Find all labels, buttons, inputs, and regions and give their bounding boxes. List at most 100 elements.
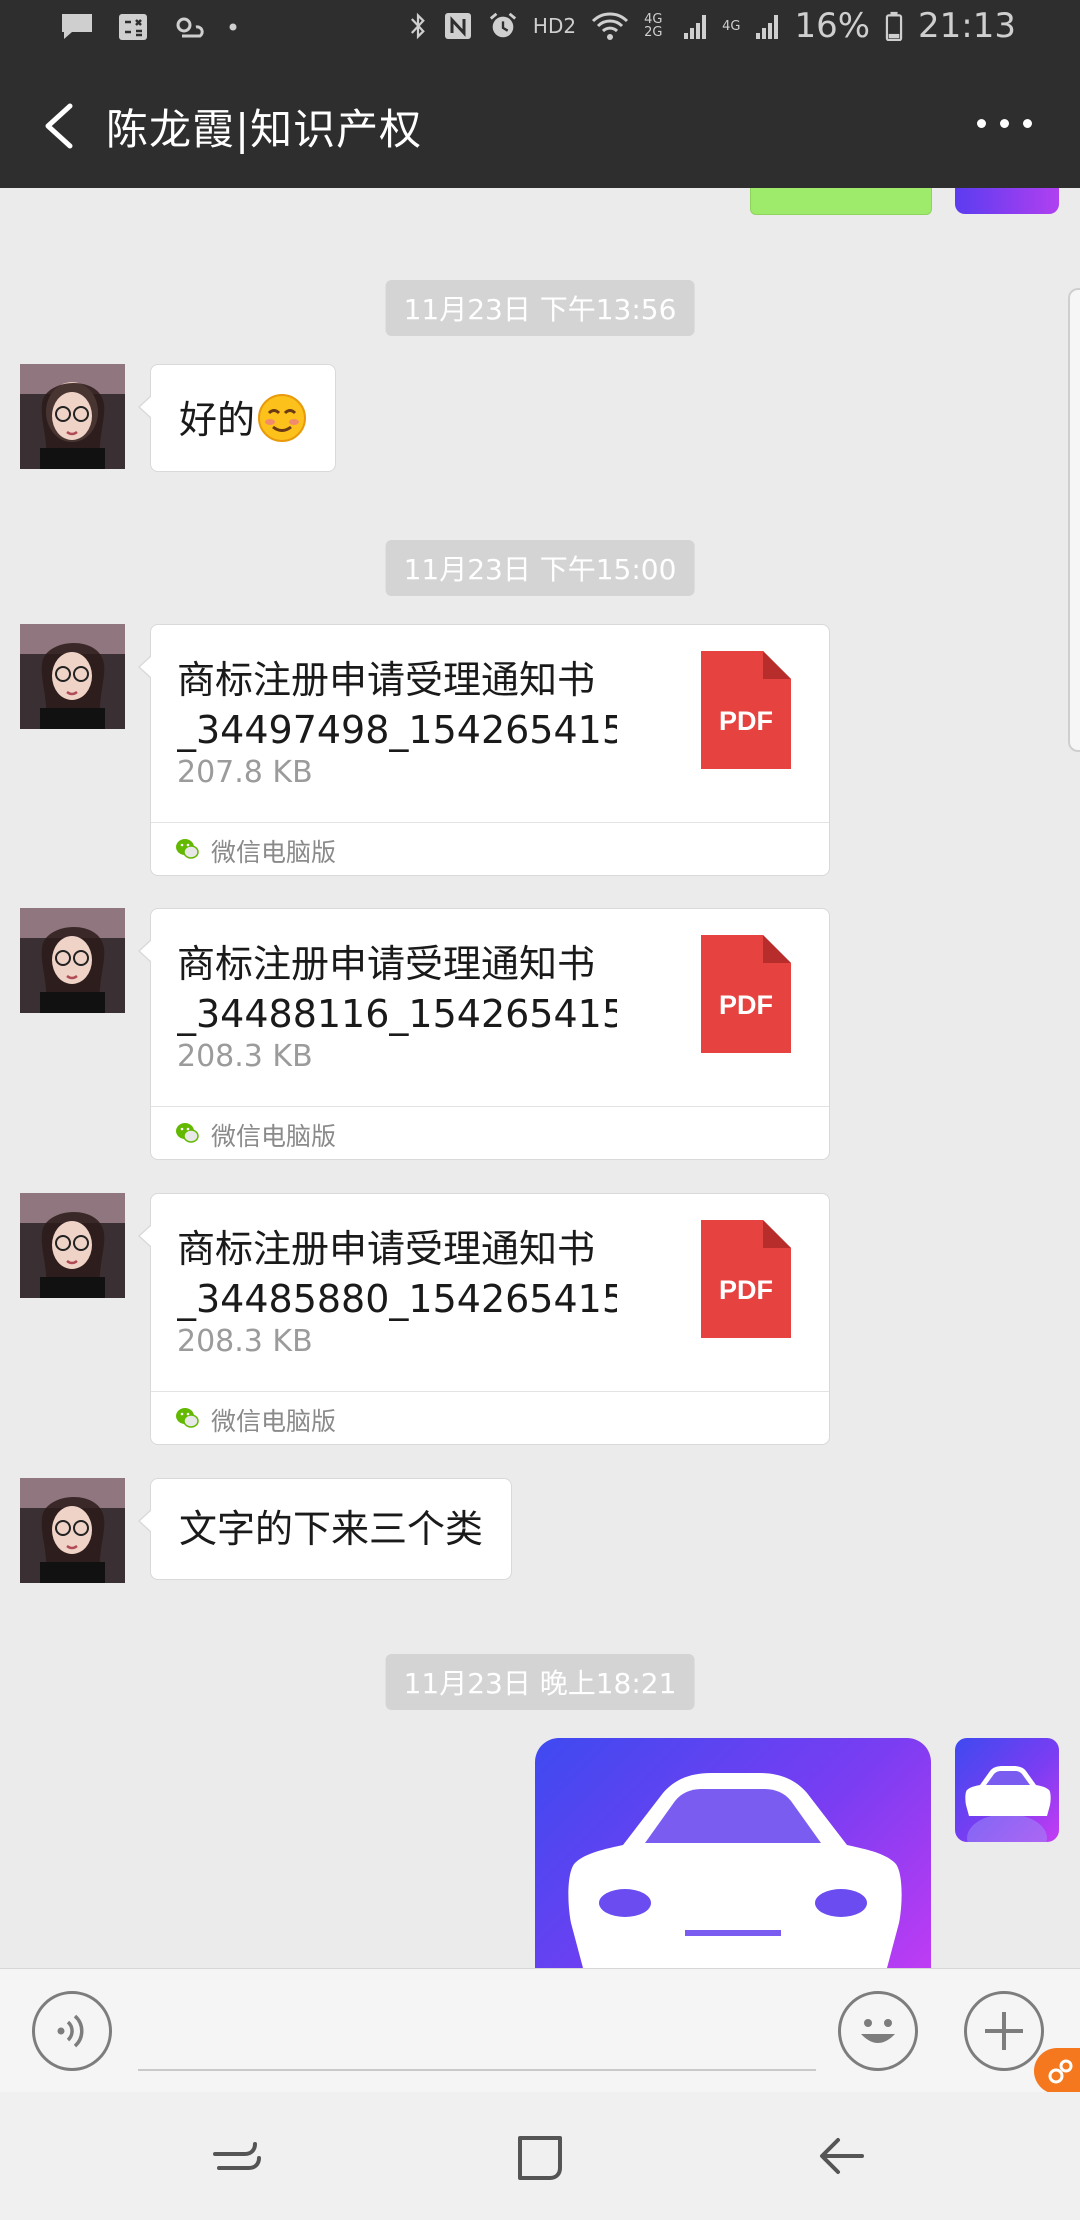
contact-photo [20,1478,125,1583]
file-name-line: 商标注册申请受理通知书 [177,658,596,702]
wechat-icon [176,839,199,859]
back-arrow-icon [820,2138,864,2174]
file-message[interactable]: 商标注册申请受理通知书 _34497498_154265415… 207.8 K… [138,624,830,876]
file-source: 微信电脑版 [151,822,829,875]
avatar[interactable] [20,1193,125,1298]
back-nav-button[interactable] [810,2124,874,2188]
contact-photo [20,908,125,1013]
file-size: 207.8 KB [177,755,313,790]
file-name-line: _34485880_154265415… [177,1277,617,1321]
signal-strength-icon [684,15,707,39]
file-source: 微信电脑版 [151,1391,829,1444]
status-bar: HD2 4G 2G 4G 16% 21:13 [0,0,1080,62]
file-size: 208.3 KB [177,1039,313,1074]
scrollbar[interactable] [1068,288,1080,752]
more-dot [1000,119,1009,128]
file-size: 208.3 KB [177,1324,313,1359]
contact-photo [20,1193,125,1298]
more-functions-button[interactable] [964,1991,1044,2071]
more-dots-icon [977,119,986,128]
bluetooth-icon [410,12,425,40]
chat-header: 陈龙霞|知识产权 [0,62,1080,188]
file-name-line: 商标注册申请受理通知书 [177,942,596,986]
message-icon [62,14,92,39]
previous-self-bubble[interactable] [750,188,932,215]
pdf-label: PDF [719,1275,773,1305]
message-bubble[interactable]: 好的 [137,364,337,472]
car-logo-icon [568,1773,902,1968]
emoji-button[interactable] [838,1991,918,2071]
file-name: 商标注册申请受理通知书 _34485880_154265415… [177,1224,617,1324]
file-name-line: _34497498_154265415… [177,708,617,752]
file-name: 商标注册申请受理通知书 _34488116_154265415… [177,939,617,1039]
message-bubble[interactable]: 文字的下来三个类 [137,1478,513,1580]
plus-icon [985,2012,1023,2050]
file-name: 商标注册申请受理通知书 _34497498_154265415… [177,655,617,755]
battery-icon [885,11,903,41]
more-options-button[interactable] [970,104,1040,144]
voice-icon [57,2014,84,2048]
wifi-icon [592,12,629,40]
source-label: 微信电脑版 [211,838,337,867]
home-button[interactable] [508,2124,572,2188]
alarm-icon [489,12,516,38]
pdf-file-icon: PDF [701,651,791,769]
file-source: 微信电脑版 [151,1106,829,1159]
more-notifications-icon [229,23,237,31]
back-button[interactable] [30,96,90,156]
pdf-label: PDF [719,706,773,736]
home-icon [518,2136,562,2180]
timestamp: 11月23日 下午15:00 [385,540,695,596]
calculator-icon [119,14,147,40]
previous-self-avatar[interactable] [955,188,1059,214]
message-text: 文字的下来三个类 [179,1507,484,1551]
pdf-label: PDF [719,990,773,1020]
smiley-icon [861,2019,895,2043]
notification-icons [60,12,238,42]
chevron-left-icon [45,103,73,149]
avatar[interactable] [20,908,125,1013]
contact-photo [20,364,125,469]
file-message[interactable]: 商标注册申请受理通知书 _34488116_154265415… 208.3 K… [138,908,830,1160]
battery-percent: 16% [794,6,871,46]
chat-title: 陈龙霞|知识产权 [106,105,423,154]
wechat-icon [176,1123,199,1143]
file-name-line: 商标注册申请受理通知书 [177,1227,596,1271]
floating-link-badge[interactable] [1034,2048,1080,2094]
nfc-icon [444,13,471,39]
source-label: 微信电脑版 [211,1407,337,1436]
link-icon [1048,2059,1073,2084]
self-avatar[interactable] [955,1738,1059,1842]
avatar[interactable] [20,364,125,469]
clock: 21:13 [918,6,1016,46]
system-status: HD2 4G 2G 4G 16% 21:13 [407,6,1016,46]
car-logo-avatar-icon [965,1766,1051,1842]
system-navigation-bar [0,2092,1080,2220]
message-text: 好的 [179,398,256,442]
more-dot [1023,119,1032,128]
avatar[interactable] [20,624,125,729]
input-bar [0,1968,1080,2093]
message-input[interactable] [138,1999,816,2071]
contact-photo [20,624,125,729]
recent-apps-button[interactable] [205,2124,269,2188]
wechat-icon [176,1408,199,1428]
network-type-label: HD2 [532,14,577,38]
signal-1-label: 4G 2G [644,12,663,40]
file-message[interactable]: 商标注册申请受理通知书 _34485880_154265415… 208.3 K… [138,1193,830,1445]
avatar[interactable] [20,1478,125,1583]
voice-button[interactable] [32,1991,112,2071]
image-message[interactable] [535,1738,931,1968]
message-list[interactable]: 11月23日 下午13:56 好的 11月23日 下午15:00 商标注册申请受… [0,188,1080,1968]
pdf-file-icon: PDF [701,1220,791,1338]
recent-apps-icon [213,2142,261,2170]
source-label: 微信电脑版 [211,1122,337,1151]
timestamp: 11月23日 晚上18:21 [385,1654,695,1710]
signal-strength-2-icon [756,15,779,39]
file-name-line: _34488116_154265415… [177,992,617,1036]
timestamp: 11月23日 下午13:56 [385,280,695,336]
weather-icon [176,17,204,38]
blushing-face-emoji-icon [258,394,307,442]
pdf-file-icon: PDF [701,935,791,1053]
signal-2-label: 4G [722,18,741,34]
